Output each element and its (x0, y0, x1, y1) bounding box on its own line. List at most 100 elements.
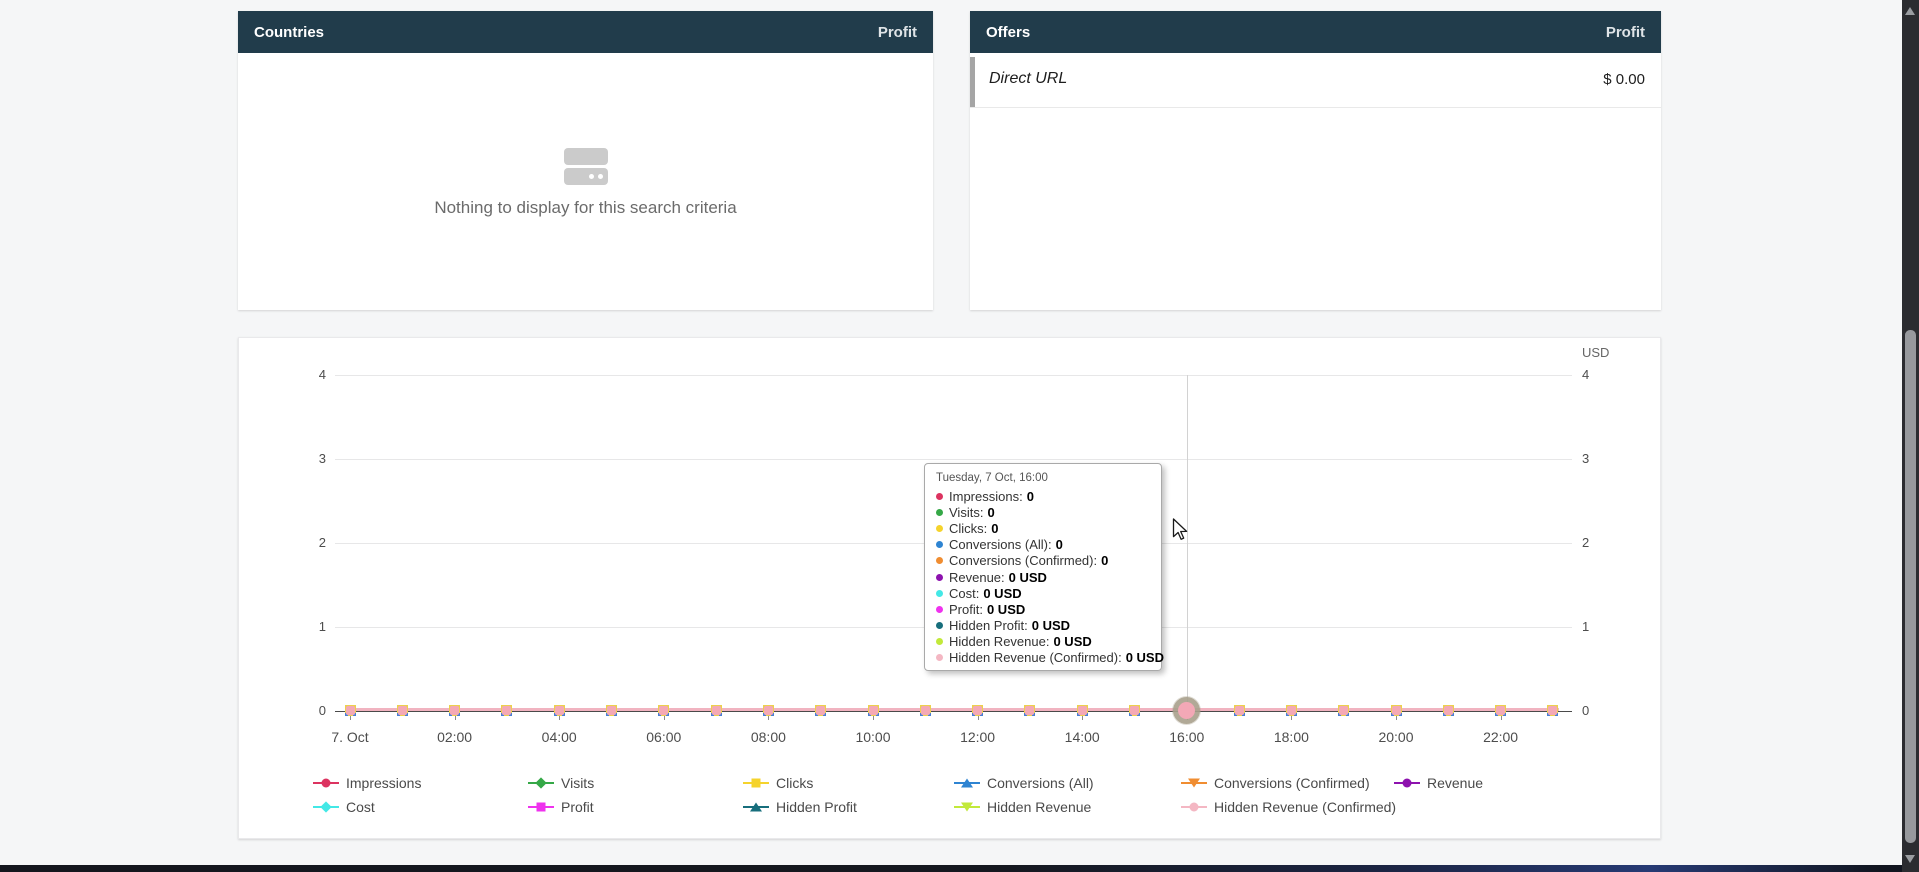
legend-item-revenue[interactable]: Revenue (1394, 775, 1483, 791)
tooltip-row: Revenue: 0 USD (936, 569, 1150, 585)
tooltip-row: Visits:0 (936, 504, 1150, 520)
data-point[interactable] (1443, 705, 1454, 716)
x-axis-label: 22:00 (1461, 729, 1541, 745)
x-axis-label: 10:00 (833, 729, 913, 745)
tooltip-row: Hidden Revenue (Confirmed):0 USD (936, 650, 1150, 666)
data-point[interactable] (501, 705, 512, 716)
data-point[interactable] (345, 705, 356, 716)
legend-marker-icon (1394, 776, 1420, 790)
legend-label: Profit (561, 799, 594, 815)
data-point[interactable] (1024, 705, 1035, 716)
x-axis-label: 16:00 (1147, 729, 1227, 745)
y-axis-label-right: 0 (1582, 702, 1622, 719)
tooltip-row: Conversions (All):0 (936, 537, 1150, 553)
data-point[interactable] (1129, 705, 1140, 716)
data-point[interactable] (815, 705, 826, 716)
legend-item-clicks[interactable]: Clicks (743, 775, 813, 791)
data-point[interactable] (1547, 705, 1558, 716)
tooltip-rows: Impressions:0Visits:0Clicks:0Conversions… (936, 488, 1150, 666)
data-point[interactable] (1338, 705, 1349, 716)
tooltip-series-value: 0 (1101, 553, 1108, 568)
tooltip-series-label: Conversions (All): (949, 537, 1052, 552)
data-point[interactable] (711, 705, 722, 716)
y-axis-label-right: 1 (1582, 618, 1622, 635)
legend-item-impressions[interactable]: Impressions (313, 775, 421, 791)
card-stack-icon-top (564, 148, 608, 165)
offers-scrollbar-thumb[interactable] (970, 57, 975, 107)
legend-item-conversions-confirmed[interactable]: Conversions (Confirmed) (1181, 775, 1370, 791)
page-background: { "countries_panel": { "title": "Countri… (0, 0, 1919, 872)
tooltip-row: Profit:0 USD (936, 601, 1150, 617)
countries-panel: Countries Profit Nothing to display for … (238, 11, 933, 310)
tooltip-series-label: Revenue: (949, 570, 1005, 585)
offers-panel-header: Offers Profit (970, 11, 1661, 53)
y-axis-label-left: 4 (286, 366, 326, 383)
tooltip-row: Hidden Revenue:0 USD (936, 634, 1150, 650)
tooltip-series-value: 0 USD (1053, 634, 1091, 649)
data-point-hovered[interactable] (1178, 702, 1195, 719)
scrollbar-down-arrow-icon[interactable] (1905, 855, 1915, 863)
y-axis-label-left: 3 (286, 450, 326, 467)
tooltip-series-value: 0 USD (1009, 570, 1047, 585)
data-point[interactable] (606, 705, 617, 716)
y-axis-label-left: 1 (286, 618, 326, 635)
x-axis-label: 04:00 (519, 729, 599, 745)
mouse-cursor (1172, 518, 1192, 542)
legend-item-visits[interactable]: Visits (528, 775, 594, 791)
tooltip-series-bullet-icon (936, 574, 943, 581)
tooltip-series-bullet-icon (936, 654, 943, 661)
x-axis-label: 06:00 (624, 729, 704, 745)
legend-item-conversions-all[interactable]: Conversions (All) (954, 775, 1094, 791)
scrollbar-up-arrow-icon[interactable] (1905, 7, 1915, 15)
legend-item-cost[interactable]: Cost (313, 799, 375, 815)
data-point[interactable] (1286, 705, 1297, 716)
data-point[interactable] (868, 705, 879, 716)
bottom-taskbar-edge (0, 865, 1919, 872)
data-point[interactable] (763, 705, 774, 716)
data-point[interactable] (1495, 705, 1506, 716)
tooltip-series-bullet-icon (936, 606, 943, 613)
y-gridline (335, 375, 1572, 376)
offer-profit-value: $ 0.00 (1603, 71, 1645, 88)
scrollbar-thumb[interactable] (1905, 330, 1916, 843)
data-point[interactable] (554, 705, 565, 716)
tooltip-row: Impressions:0 (936, 488, 1150, 504)
x-axis-label: 12:00 (938, 729, 1018, 745)
legend-item-hidden-profit[interactable]: Hidden Profit (743, 799, 857, 815)
legend-item-profit[interactable]: Profit (528, 799, 594, 815)
offers-table-row[interactable]: Direct URL $ 0.00 (970, 53, 1661, 108)
data-point[interactable] (658, 705, 669, 716)
tooltip-series-label: Profit: (949, 602, 983, 617)
countries-panel-header: Countries Profit (238, 11, 933, 53)
data-point[interactable] (972, 705, 983, 716)
offers-metric-label[interactable]: Profit (1606, 24, 1645, 41)
legend-label: Cost (346, 799, 375, 815)
tooltip-series-bullet-icon (936, 541, 943, 548)
data-point[interactable] (1077, 705, 1088, 716)
legend-item-hidden-revenue[interactable]: Hidden Revenue (954, 799, 1091, 815)
tooltip-title: Tuesday, 7 Oct, 16:00 (936, 472, 1150, 484)
x-axis-label: 08:00 (728, 729, 808, 745)
card-stack-icon-bottom (564, 168, 608, 185)
page-scrollbar[interactable] (1902, 0, 1919, 872)
y-axis-label-left: 0 (286, 702, 326, 719)
tooltip-series-value: 0 USD (1032, 618, 1070, 633)
legend-marker-icon (954, 800, 980, 814)
tooltip-series-value: 0 USD (1126, 650, 1164, 665)
countries-panel-title: Countries (254, 24, 324, 41)
legend-label: Hidden Profit (776, 799, 857, 815)
y-axis-unit-label: USD (1582, 345, 1609, 360)
data-point[interactable] (397, 705, 408, 716)
data-point[interactable] (1391, 705, 1402, 716)
y-axis-label-left: 2 (286, 534, 326, 551)
legend-item-hidden-revenue-confirmed[interactable]: Hidden Revenue (Confirmed) (1181, 799, 1396, 815)
countries-metric-label[interactable]: Profit (878, 24, 917, 41)
legend-label: Revenue (1427, 775, 1483, 791)
data-point[interactable] (1234, 705, 1245, 716)
y-axis-label-right: 3 (1582, 450, 1622, 467)
tooltip-series-label: Cost: (949, 586, 979, 601)
offer-name[interactable]: Direct URL (989, 70, 1067, 88)
data-point[interactable] (920, 705, 931, 716)
tooltip-series-label: Hidden Profit: (949, 618, 1028, 633)
data-point[interactable] (449, 705, 460, 716)
